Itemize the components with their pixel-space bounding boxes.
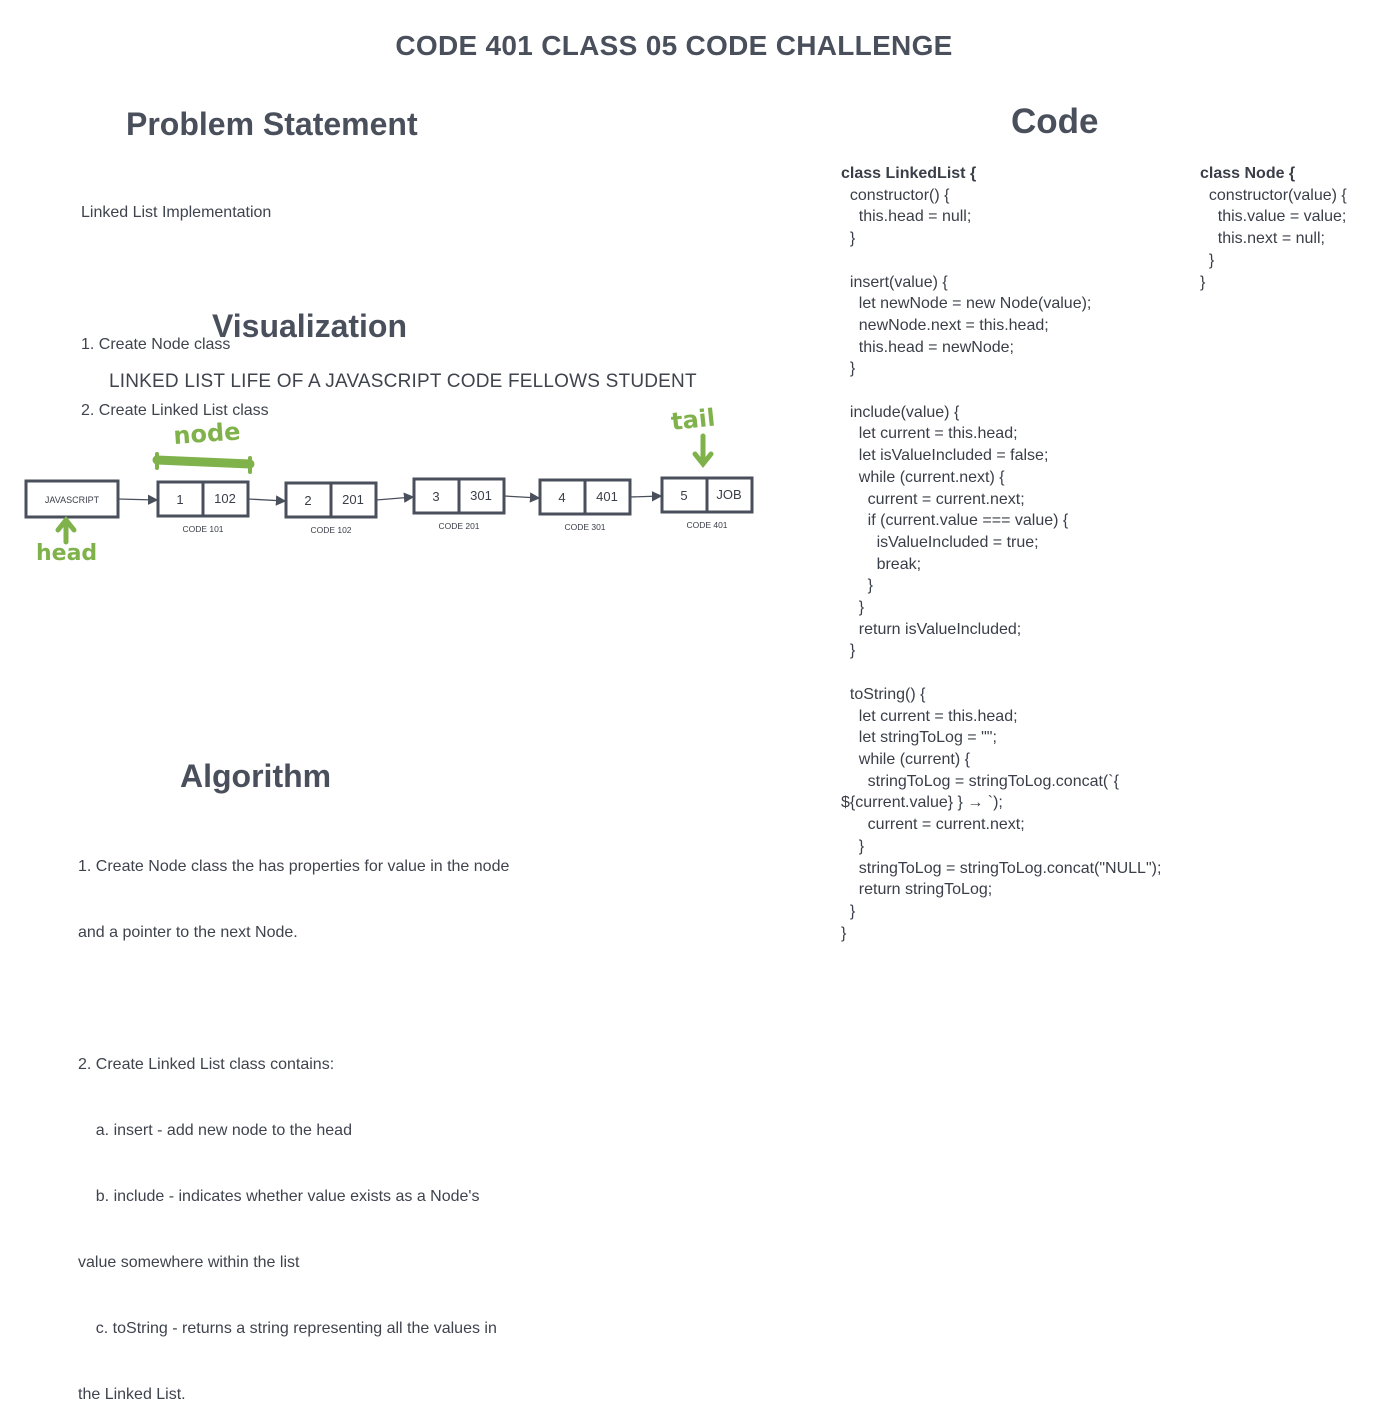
code-line: } [841, 924, 847, 942]
code-line: } [841, 599, 865, 617]
problem-line [81, 268, 271, 290]
code-line: insert(value) { [841, 273, 948, 291]
node-value: 4 [558, 490, 565, 505]
code-line: let stringToLog = ""; [841, 729, 997, 747]
node-next: 401 [596, 489, 618, 504]
head-node-label: JAVASCRIPT [45, 495, 100, 505]
code-line: while (current) { [841, 750, 970, 768]
code-line: constructor() { [841, 186, 950, 204]
code-line: return stringToLog; [841, 881, 993, 899]
algorithm-line: 1. Create Node class the has properties … [78, 858, 510, 875]
code-line: this.head = null; [841, 208, 972, 226]
node-caption: CODE 301 [564, 522, 605, 532]
problem-line: Linked List Implementation [81, 204, 272, 221]
node-value: 1 [176, 492, 183, 507]
code-line: let current = this.head; [841, 425, 1018, 443]
algorithm-line: 2. Create Linked List class contains: [78, 1056, 335, 1073]
algorithm-text: 1. Create Node class the has properties … [78, 812, 509, 1428]
page-title: CODE 401 CLASS 05 CODE CHALLENGE [395, 30, 953, 61]
node-annotation: node [172, 417, 241, 450]
code-line: class LinkedList { [841, 165, 977, 182]
tail-arrow-icon [692, 433, 714, 469]
code-line: } [841, 577, 874, 595]
code-line: class Node { [1200, 165, 1296, 182]
code-line: current = current.next; [841, 490, 1025, 508]
algorithm-line: and a pointer to the next Node. [78, 924, 298, 941]
algorithm-line: c. toString - returns a string represent… [78, 1320, 497, 1337]
node-caption: CODE 401 [686, 520, 727, 530]
code-line: } [841, 642, 856, 660]
algorithm-line: the Linked List. [78, 1386, 186, 1403]
algorithm-line: b. include - indicates whether value exi… [78, 1188, 480, 1205]
algorithm-line: a. insert - add new node to the head [78, 1122, 352, 1139]
code-line: } [841, 902, 856, 920]
node-underline-mark [152, 455, 255, 469]
code-line: } [841, 230, 856, 248]
algorithm-line [78, 988, 509, 1010]
code-line: } [841, 837, 865, 855]
code-line: } [1200, 273, 1206, 291]
node-next: 201 [342, 492, 364, 507]
code-line: this.value = value; [1200, 208, 1347, 226]
code-line: this.head = newNode; [841, 338, 1014, 356]
code-line: include(value) { [841, 403, 960, 421]
node-caption: CODE 102 [310, 525, 351, 535]
problem-heading: Problem Statement [126, 106, 418, 142]
next-pointer-arrow [247, 495, 287, 506]
code-line: current = current.next; [841, 816, 1025, 834]
code-line: } [841, 360, 856, 378]
code-line: break; [841, 555, 922, 573]
node-class-code: class Node { constructor(value) { this.v… [1200, 163, 1347, 293]
tail-annotation: tail [670, 404, 717, 436]
code-line: let newNode = new Node(value); [841, 295, 1092, 313]
linked-list-code: class LinkedList { constructor() { this.… [841, 163, 1161, 944]
node-next: 301 [470, 488, 492, 503]
code-line: let isValueIncluded = false; [841, 447, 1049, 465]
code-line: let current = this.head; [841, 707, 1018, 725]
node-next: JOB [716, 487, 741, 502]
code-line: constructor(value) { [1200, 186, 1347, 204]
code-line: } [1200, 251, 1215, 269]
head-arrow-icon [55, 515, 77, 545]
head-annotation: head [36, 541, 97, 566]
node-value: 5 [680, 488, 687, 503]
code-line: stringToLog = stringToLog.concat("NULL")… [841, 859, 1162, 877]
node-caption: CODE 201 [438, 521, 479, 531]
next-pointer-arrow [503, 492, 541, 503]
code-line: while (current.next) { [841, 468, 1005, 486]
code-line: if (current.value === value) { [841, 512, 1069, 530]
code-line: isValueIncluded = true; [841, 533, 1039, 551]
code-line: toString() { [841, 685, 926, 703]
next-pointer-arrow [117, 494, 159, 505]
code-line: stringToLog = stringToLog.concat(`{ [841, 772, 1119, 790]
node-next: 102 [214, 491, 236, 506]
node-value: 3 [432, 489, 439, 504]
visualization-heading: Visualization [212, 308, 408, 344]
node-caption: CODE 101 [182, 524, 223, 534]
linked-list-diagram: JAVASCRIPT 1 102 CODE 101 2 201 CODE 102 3 301 CO… [24, 404, 754, 566]
code-line: return isValueIncluded; [841, 620, 1022, 638]
code-line: newNode.next = this.head; [841, 316, 1049, 334]
algorithm-line: value somewhere within the list [78, 1254, 300, 1271]
next-pointer-arrow [629, 491, 663, 502]
code-line: ${current.value} } → `); [841, 794, 1003, 812]
code-line: this.next = null; [1200, 230, 1325, 248]
node-value: 2 [304, 493, 311, 508]
algorithm-heading: Algorithm [180, 758, 332, 794]
next-pointer-arrow [375, 492, 415, 503]
code-heading: Code [1011, 102, 1099, 141]
